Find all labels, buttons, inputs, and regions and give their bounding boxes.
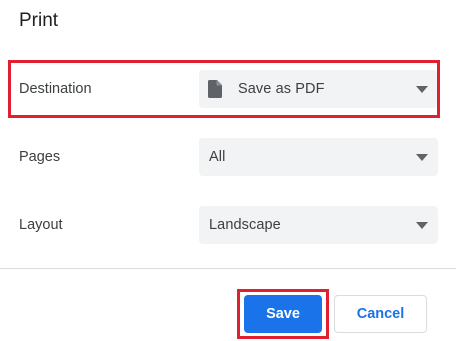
layout-select[interactable]: Landscape bbox=[199, 206, 438, 244]
layout-label: Layout bbox=[19, 217, 63, 233]
pages-value: All bbox=[209, 149, 226, 165]
layout-row: Layout Landscape bbox=[0, 206, 456, 244]
pages-select[interactable]: All bbox=[199, 138, 438, 176]
destination-label: Destination bbox=[19, 81, 92, 97]
save-button[interactable]: Save bbox=[244, 295, 322, 333]
pages-label: Pages bbox=[19, 149, 61, 165]
destination-select[interactable]: Save as PDF bbox=[199, 70, 438, 108]
destination-row: Destination Save as PDF bbox=[0, 70, 456, 108]
dialog-title: Print bbox=[19, 10, 59, 31]
print-dialog: Print Destination Save as PDF Pages All … bbox=[0, 0, 456, 341]
cancel-button[interactable]: Cancel bbox=[334, 295, 427, 333]
destination-value: Save as PDF bbox=[238, 81, 325, 97]
chevron-down-icon bbox=[416, 222, 428, 229]
document-icon bbox=[208, 80, 222, 98]
chevron-down-icon bbox=[416, 154, 428, 161]
chevron-down-icon bbox=[416, 86, 428, 93]
layout-value: Landscape bbox=[209, 217, 281, 233]
footer-divider bbox=[0, 268, 456, 269]
pages-row: Pages All bbox=[0, 138, 456, 176]
